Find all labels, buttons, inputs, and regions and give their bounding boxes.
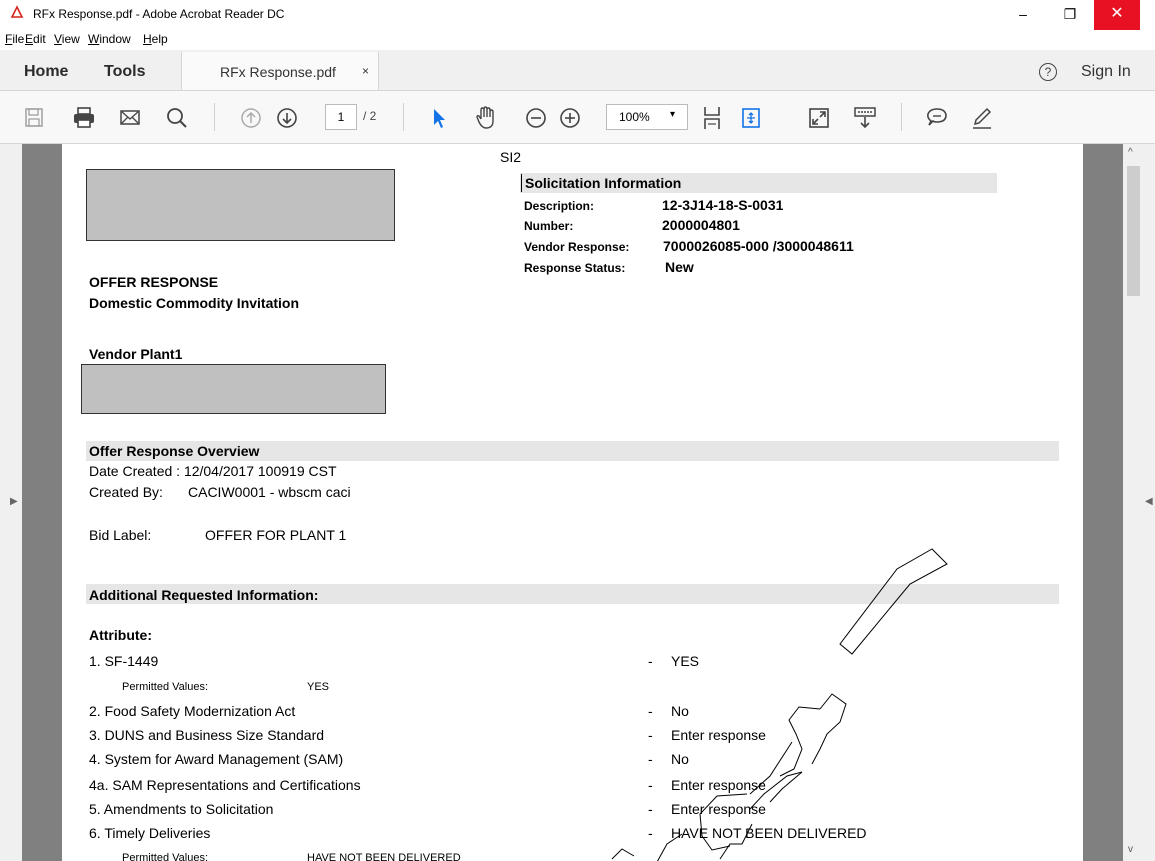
tab-tools[interactable]: Tools — [104, 63, 145, 81]
description-label: Description: — [524, 199, 595, 213]
expand-right-panel-icon[interactable]: ◀ — [1145, 496, 1153, 507]
description-value: 12-3J14-18-S-0031 — [662, 197, 784, 213]
toolbar-divider — [901, 103, 902, 131]
attribute-name: 6. Timely Deliveries — [89, 825, 211, 841]
zoom-in-icon[interactable] — [559, 105, 581, 131]
fit-page-icon[interactable] — [702, 105, 722, 131]
tab-close-icon[interactable]: × — [362, 64, 369, 78]
menu-help[interactable]: Help — [143, 32, 168, 46]
rotate-icon[interactable] — [740, 105, 762, 131]
close-window-button[interactable]: ✕ — [1094, 0, 1140, 30]
search-icon[interactable] — [166, 105, 188, 131]
chevron-down-icon: ▾ — [670, 109, 676, 120]
print-icon[interactable] — [73, 105, 95, 131]
maximize-button[interactable]: ❐ — [1047, 0, 1093, 30]
bid-label: Bid Label: — [89, 527, 152, 543]
window-title: RFx Response.pdf - Adobe Acrobat Reader … — [33, 7, 285, 21]
acrobat-icon — [10, 5, 24, 19]
response-status-value: New — [665, 259, 694, 275]
expand-left-panel-icon[interactable]: ▶ — [10, 496, 18, 507]
tab-document[interactable]: RFx Response.pdf × — [181, 52, 379, 90]
scroll-up-icon[interactable]: ^ — [1128, 147, 1133, 158]
sign-pen-icon[interactable] — [970, 105, 994, 131]
page-total: / 2 — [363, 109, 377, 123]
number-value: 2000004801 — [662, 217, 740, 233]
keyboard-icon[interactable] — [853, 105, 877, 131]
redacted-block — [81, 364, 386, 414]
zoom-select[interactable]: 100% ▾ — [606, 104, 688, 130]
attribute-name: 2. Food Safety Modernization Act — [89, 703, 296, 719]
toolbar-divider — [403, 103, 404, 131]
attribute-name: 3. DUNS and Business Size Standard — [89, 727, 325, 743]
created-by-label: Created By: — [89, 484, 163, 500]
attribute-heading: Attribute: — [89, 627, 152, 643]
tab-home[interactable]: Home — [24, 63, 68, 81]
permitted-values-value: HAVE NOT BEEN DELIVERED — [307, 852, 461, 861]
pdf-page: SI2 Solicitation Information Description… — [62, 144, 1083, 861]
menu-window[interactable]: Window — [88, 32, 131, 46]
response-status-label: Response Status: — [524, 261, 626, 275]
save-icon[interactable] — [25, 105, 43, 131]
minimize-button[interactable]: – — [1000, 0, 1046, 30]
page-up-icon[interactable] — [240, 105, 262, 131]
title-bar: RFx Response.pdf - Adobe Acrobat Reader … — [0, 0, 1155, 30]
created-by-value: CACIW0001 - wbscm caci — [188, 484, 351, 500]
tab-bar: Home Tools — [0, 50, 1155, 91]
vendor-plant-label: Vendor Plant1 — [89, 346, 183, 362]
vertical-scrollbar[interactable]: ^ v — [1123, 144, 1144, 861]
menu-view[interactable]: View — [54, 32, 80, 46]
page-gutter-left — [22, 144, 62, 861]
permitted-values-label: Permitted Values: — [122, 852, 209, 861]
attribute-name: 4a. SAM Representations and Certificatio… — [89, 777, 361, 793]
document-code: SI2 — [500, 149, 522, 165]
vendor-response-label: Vendor Response: — [524, 240, 630, 254]
permitted-values-value: YES — [307, 681, 330, 693]
watermark — [611, 548, 948, 861]
bid-value: OFFER FOR PLANT 1 — [205, 527, 347, 543]
solicitation-heading: Solicitation Information — [525, 175, 682, 191]
attribute-name: 1. SF-1449 — [89, 653, 159, 669]
zoom-out-icon[interactable] — [525, 105, 547, 131]
additional-info-heading: Additional Requested Information: — [89, 587, 319, 603]
right-panel-collapsed[interactable]: ◀ — [1144, 144, 1155, 861]
zoom-value: 100% — [619, 110, 650, 124]
toolbar-divider — [214, 103, 215, 131]
date-created: Date Created : 12/04/2017 100919 CST — [89, 463, 337, 479]
attribute-name: 4. System for Award Management (SAM) — [89, 751, 344, 767]
help-icon[interactable]: ? — [1039, 63, 1057, 81]
overview-heading: Offer Response Overview — [89, 443, 260, 459]
sign-in-link[interactable]: Sign In — [1081, 63, 1131, 81]
permitted-values-label: Permitted Values: — [122, 681, 209, 693]
page-down-icon[interactable] — [276, 105, 298, 131]
scroll-down-icon[interactable]: v — [1128, 844, 1133, 855]
comment-icon[interactable] — [925, 105, 949, 131]
menu-edit[interactable]: Edit — [25, 32, 46, 46]
page-number-input[interactable]: 1 — [325, 104, 357, 130]
number-label: Number: — [524, 219, 574, 233]
select-cursor-icon[interactable] — [430, 105, 448, 131]
redacted-block — [86, 169, 395, 241]
offer-response-subtitle: Domestic Commodity Invitation — [89, 295, 300, 311]
fullscreen-icon[interactable] — [808, 105, 830, 131]
hand-icon[interactable] — [474, 105, 498, 131]
email-icon[interactable] — [119, 105, 141, 131]
scroll-thumb[interactable] — [1127, 166, 1140, 296]
menu-bar: File Edit View Window Help — [0, 30, 1155, 50]
page-gutter-right — [1083, 144, 1123, 861]
text-cursor — [521, 174, 522, 192]
left-panel-collapsed[interactable]: ▶ — [0, 144, 22, 861]
offer-response-title: OFFER RESPONSE — [89, 274, 219, 290]
menu-file[interactable]: File — [5, 32, 24, 46]
vendor-response-value: 7000026085-000 /3000048611 — [663, 238, 854, 254]
toolbar: 1 / 2 100% ▾ — [0, 91, 1155, 144]
attribute-name: 5. Amendments to Solicitation — [89, 801, 274, 817]
tab-document-label: RFx Response.pdf — [220, 64, 336, 80]
